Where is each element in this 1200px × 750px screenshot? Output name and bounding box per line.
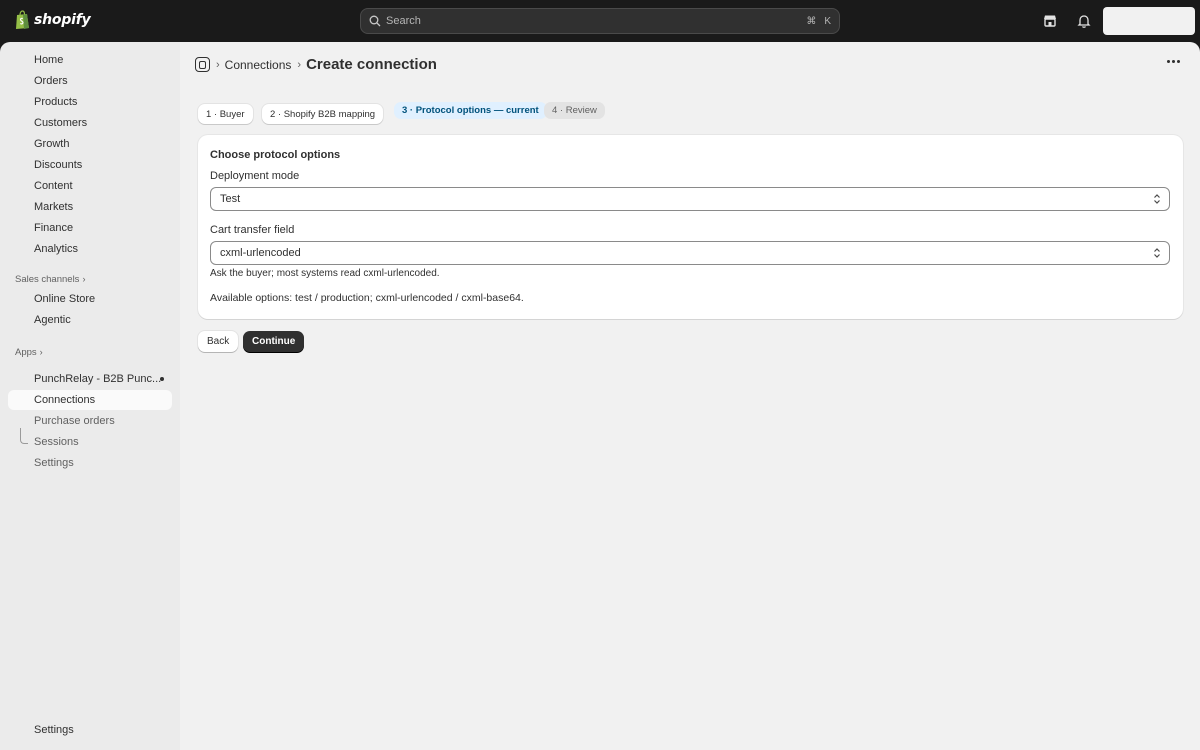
sidebar-item-label: Home xyxy=(34,54,64,66)
sales-channels-header[interactable]: Sales channels › xyxy=(8,270,85,288)
sidebar-item-home[interactable]: Home xyxy=(8,50,172,70)
page-title: Create connection xyxy=(306,56,437,73)
sidebar-item-label: Analytics xyxy=(34,243,79,255)
sidebar-item-online-store[interactable]: Online Store xyxy=(8,289,172,309)
sidebar-item-connections[interactable]: Connections xyxy=(8,390,172,410)
card-title: Choose protocol options xyxy=(210,149,341,161)
sidebar-item-app-settings[interactable]: Settings xyxy=(8,453,172,473)
step-label: 2 · Shopify B2B mapping xyxy=(270,108,376,120)
sidebar-item-orders[interactable]: Orders xyxy=(8,71,172,91)
search-placeholder: Search xyxy=(386,15,421,27)
sidebar-item-label: Settings xyxy=(34,457,74,469)
apps-header[interactable]: Apps › xyxy=(8,343,43,361)
shopify-bag-icon xyxy=(16,10,29,29)
sidebar: Home Orders Products Customers Growth Di… xyxy=(0,42,180,750)
deployment-mode-label: Deployment mode xyxy=(210,170,300,182)
deployment-mode-select[interactable]: Test xyxy=(210,187,1170,211)
sidebar-item-analytics[interactable]: Analytics xyxy=(8,239,172,259)
top-bar: shopify Search ⌘ K xyxy=(0,0,1200,42)
profile-avatar[interactable] xyxy=(1103,7,1195,35)
sidebar-item-markets[interactable]: Markets xyxy=(8,197,172,217)
step-buyer[interactable]: 1 · Buyer xyxy=(198,104,253,124)
sidebar-item-label: Purchase orders xyxy=(34,415,115,427)
chevron-right-icon: › xyxy=(39,347,43,357)
step-protocol-options: 3 · Protocol options — current xyxy=(394,102,547,119)
step-label: 1 · Buyer xyxy=(206,108,245,120)
sidebar-item-label: Products xyxy=(34,96,78,108)
cart-transfer-value: cxml-urlencoded xyxy=(220,247,301,259)
sidebar-item-sessions[interactable]: Sessions xyxy=(8,432,172,452)
page-header: › Connections › Create connection xyxy=(195,56,437,73)
sidebar-item-label: Discounts xyxy=(34,159,83,171)
store-icon[interactable] xyxy=(1042,13,1058,29)
protocol-options-card: Choose protocol options Deployment mode … xyxy=(198,135,1183,319)
sales-channels-label: Sales channels xyxy=(15,273,80,285)
search-bar[interactable]: Search ⌘ K xyxy=(360,8,840,34)
sidebar-item-label: Online Store xyxy=(34,293,96,305)
sidebar-item-purchase-orders[interactable]: Purchase orders xyxy=(8,411,172,431)
sidebar-item-label: Markets xyxy=(34,201,74,213)
back-button[interactable]: Back xyxy=(198,331,239,352)
sidebar-item-finance[interactable]: Finance xyxy=(8,218,172,238)
sidebar-item-settings[interactable]: Settings xyxy=(8,720,172,740)
step-label: 4 · Review xyxy=(552,105,597,116)
step-b2b-mapping[interactable]: 2 · Shopify B2B mapping xyxy=(262,104,384,124)
sidebar-item-discounts[interactable]: Discounts xyxy=(8,155,172,175)
sidebar-item-agentic[interactable]: Agentic xyxy=(8,310,172,330)
sidebar-item-products[interactable]: Products xyxy=(8,92,172,112)
sidebar-item-label: Settings xyxy=(34,724,74,736)
sidebar-item-content[interactable]: Content xyxy=(8,176,172,196)
sidebar-item-customers[interactable]: Customers xyxy=(8,113,172,133)
more-actions-icon[interactable] xyxy=(1167,60,1180,63)
sidebar-item-label: Connections xyxy=(34,394,96,406)
sidebar-item-label: Content xyxy=(34,180,73,192)
deployment-mode-value: Test xyxy=(220,193,241,205)
select-chevron-icon xyxy=(1154,194,1160,204)
bell-icon[interactable] xyxy=(1076,13,1092,29)
sidebar-item-label: Orders xyxy=(34,75,68,87)
more-dot-icon[interactable] xyxy=(160,377,164,381)
step-review: 4 · Review xyxy=(544,102,605,119)
select-chevron-icon xyxy=(1154,248,1160,258)
shopify-wordmark: shopify xyxy=(34,12,91,28)
step-label: 3 · Protocol options — current xyxy=(402,105,539,116)
shortcut-key: K xyxy=(824,15,831,27)
continue-button[interactable]: Continue xyxy=(243,331,305,352)
breadcrumb-connections[interactable]: Connections xyxy=(225,58,292,72)
sidebar-item-punchrelay-app[interactable]: PunchRelay - B2B Punc... xyxy=(8,369,172,389)
cart-transfer-help: Ask the buyer; most systems read cxml-ur… xyxy=(210,268,440,279)
sidebar-item-label: Sessions xyxy=(34,436,79,448)
app-icon[interactable] xyxy=(195,57,210,72)
available-options-text: Available options: test / production; cx… xyxy=(210,292,524,304)
sidebar-item-label: Growth xyxy=(34,138,70,150)
search-icon xyxy=(369,15,381,27)
app-name-label: PunchRelay - B2B Punc... xyxy=(34,373,162,385)
main-content: › Connections › Create connection 1 · Bu… xyxy=(180,42,1200,750)
sidebar-item-label: Finance xyxy=(34,222,74,234)
chevron-right-icon: › xyxy=(297,58,302,71)
cart-transfer-select[interactable]: cxml-urlencoded xyxy=(210,241,1170,265)
chevron-right-icon: › xyxy=(216,58,220,71)
sidebar-item-growth[interactable]: Growth xyxy=(8,134,172,154)
sidebar-item-label: Agentic xyxy=(34,314,71,326)
cart-transfer-label: Cart transfer field xyxy=(210,224,295,236)
shopify-logo[interactable]: shopify xyxy=(14,10,91,30)
shortcut-cmd: ⌘ xyxy=(806,15,817,27)
chevron-right-icon: › xyxy=(82,274,86,284)
sidebar-item-label: Customers xyxy=(34,117,88,129)
apps-label: Apps xyxy=(15,346,37,358)
